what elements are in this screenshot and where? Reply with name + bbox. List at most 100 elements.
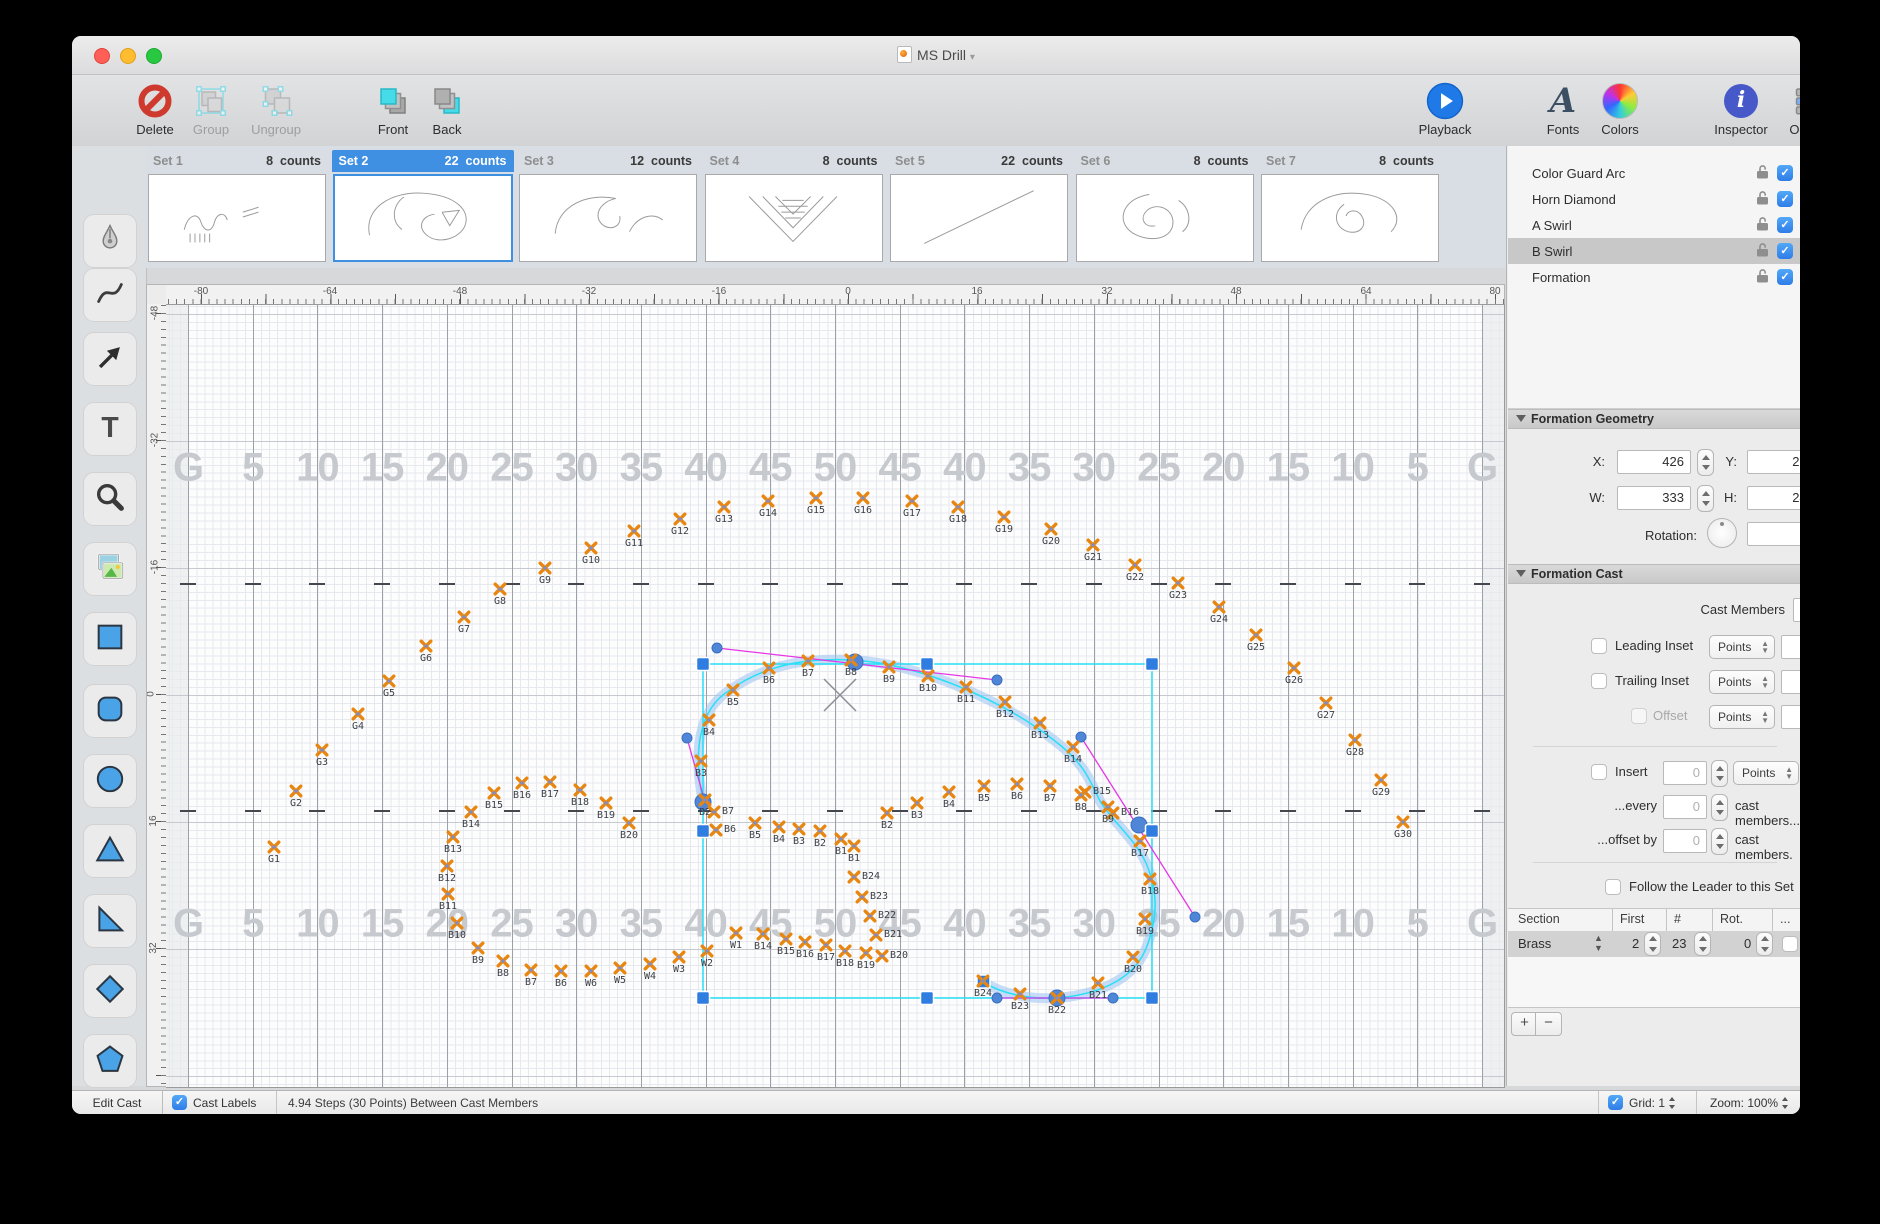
visibility-checkbox[interactable]: ✓ [1777, 165, 1793, 181]
cast-member-B21[interactable]: B21 [1090, 975, 1106, 991]
cast-member-W1[interactable]: W1 [728, 925, 744, 941]
set-tab-3[interactable]: Set 312 counts [517, 150, 699, 264]
diamond-shape-button[interactable] [83, 964, 137, 1018]
cast-member-G11[interactable]: G11 [626, 523, 642, 539]
drill-canvas[interactable]: GG55101015152020252530303535404045455050… [166, 304, 1505, 1088]
outline-row-formation[interactable]: Formation ✓ [1508, 264, 1800, 290]
cast-member-G30[interactable]: G30 [1395, 814, 1411, 830]
cast-member-W2[interactable]: W2 [699, 943, 715, 959]
cast-member-G19[interactable]: G19 [996, 509, 1012, 525]
trailing-inset-field[interactable]: 0 [1781, 670, 1800, 694]
cast-member-B23[interactable]: B23 [854, 889, 870, 905]
cast-member-B7[interactable]: B7 [706, 804, 722, 820]
outline-row-b-swirl[interactable]: B Swirl ✓ [1508, 238, 1800, 264]
cast-member-B4[interactable]: B4 [941, 784, 957, 800]
cast-member-G17[interactable]: G17 [904, 493, 920, 509]
cast-member-B8[interactable]: B8 [1073, 787, 1089, 803]
leading-inset-checkbox[interactable] [1591, 638, 1607, 654]
cast-member-G15[interactable]: G15 [808, 490, 824, 506]
first-stepper[interactable] [1644, 932, 1661, 956]
row-checkbox[interactable] [1782, 936, 1798, 952]
cast-member-B2[interactable]: B2 [812, 823, 828, 839]
curve-tool-button[interactable] [83, 268, 137, 322]
cast-member-B22[interactable]: B22 [862, 908, 878, 924]
visibility-checkbox[interactable]: ✓ [1777, 243, 1793, 259]
set-tab-4[interactable]: Set 48 counts [703, 150, 885, 264]
cast-member-B7[interactable]: B7 [523, 962, 539, 978]
lock-icon[interactable] [1756, 216, 1769, 234]
cast-member-G22[interactable]: G22 [1127, 557, 1143, 573]
col-count[interactable]: # [1674, 912, 1681, 926]
offset-units-dropdown[interactable]: Points▲▼ [1709, 705, 1775, 729]
cast-member-B18[interactable]: B18 [837, 943, 853, 959]
follow-leader-checkbox[interactable] [1605, 879, 1621, 895]
cast-member-B15[interactable]: B15 [486, 785, 502, 801]
back-button[interactable]: Back [402, 81, 492, 137]
cast-member-B17[interactable]: B17 [1132, 833, 1148, 849]
x-stepper[interactable] [1697, 449, 1714, 476]
formation-geometry-header[interactable]: Formation Geometry [1508, 409, 1800, 429]
right-triangle-shape-button[interactable] [83, 894, 137, 948]
cast-member-B16[interactable]: B16 [514, 775, 530, 791]
lock-icon[interactable] [1756, 164, 1769, 182]
col-section[interactable]: Section [1518, 912, 1560, 926]
cast-member-B6[interactable]: B6 [1009, 776, 1025, 792]
offset-field[interactable]: 0 [1781, 705, 1800, 729]
cast-member-B10[interactable]: B10 [920, 668, 936, 684]
cast-member-G27[interactable]: G27 [1318, 695, 1334, 711]
visibility-checkbox[interactable]: ✓ [1777, 269, 1793, 285]
cast-member-G6[interactable]: G6 [418, 638, 434, 654]
circle-shape-button[interactable] [83, 754, 137, 808]
x-field[interactable]: 426 [1617, 450, 1691, 474]
cast-member-G14[interactable]: G14 [760, 493, 776, 509]
cast-member-G28[interactable]: G28 [1347, 732, 1363, 748]
cast-member-B18[interactable]: B18 [572, 782, 588, 798]
cast-member-B12[interactable]: B12 [439, 858, 455, 874]
cast-member-G7[interactable]: G7 [456, 609, 472, 625]
cast-member-B7[interactable]: B7 [800, 653, 816, 669]
zoom-stepper[interactable] [1781, 1097, 1790, 1109]
cast-member-B23[interactable]: B23 [1012, 986, 1028, 1002]
outline-row-a-swirl[interactable]: A Swirl ✓ [1508, 212, 1800, 238]
cast-member-B20[interactable]: B20 [1125, 949, 1141, 965]
rot-stepper[interactable] [1756, 932, 1773, 956]
text-tool-button[interactable]: T [83, 402, 137, 456]
add-row-button[interactable]: + [1511, 1012, 1538, 1036]
cast-member-B24[interactable]: B24 [846, 869, 862, 885]
lock-icon[interactable] [1756, 242, 1769, 260]
cast-member-B7[interactable]: B7 [1042, 778, 1058, 794]
rounded-square-shape-button[interactable] [83, 684, 137, 738]
w-field[interactable]: 333 [1617, 486, 1691, 510]
zoom-tool-button[interactable] [83, 472, 137, 526]
cast-member-B5[interactable]: B5 [725, 682, 741, 698]
zoom-control[interactable]: Zoom: 100% [1710, 1096, 1790, 1110]
set-tab-5[interactable]: Set 522 counts [888, 150, 1070, 264]
pentagon-shape-button[interactable] [83, 1034, 137, 1088]
cast-member-B16[interactable]: B16 [797, 934, 813, 950]
cast-member-B14[interactable]: B14 [463, 804, 479, 820]
cast-member-G25[interactable]: G25 [1248, 627, 1264, 643]
cast-member-B21[interactable]: B21 [868, 927, 884, 943]
cast-member-W4[interactable]: W4 [642, 956, 658, 972]
cast-member-B8[interactable]: B8 [843, 652, 859, 668]
every-stepper[interactable] [1711, 794, 1728, 821]
cast-member-B15[interactable]: B15 [778, 931, 794, 947]
cast-member-G5[interactable]: G5 [381, 673, 397, 689]
cast-member-G2[interactable]: G2 [288, 783, 304, 799]
cast-member-G1[interactable]: G1 [266, 839, 282, 855]
cast-member-B14[interactable]: B14 [755, 926, 771, 942]
leading-inset-field[interactable]: 0 [1781, 635, 1800, 659]
lock-icon[interactable] [1756, 268, 1769, 286]
trailing-inset-units-dropdown[interactable]: Points▲▼ [1709, 670, 1775, 694]
insert-field[interactable]: 0 [1663, 761, 1707, 785]
y-field[interactable]: 228 [1747, 450, 1800, 474]
cast-member-B17[interactable]: B17 [542, 774, 558, 790]
pen-tool-button[interactable] [83, 214, 137, 268]
cast-member-B19[interactable]: B19 [598, 795, 614, 811]
col-more[interactable]: ... [1780, 912, 1790, 926]
offset-by-stepper[interactable] [1711, 828, 1728, 855]
cast-member-G9[interactable]: G9 [537, 560, 553, 576]
cast-member-B9[interactable]: B9 [881, 659, 897, 675]
count-stepper[interactable] [1694, 932, 1711, 956]
h-field[interactable]: 247 [1747, 486, 1800, 510]
